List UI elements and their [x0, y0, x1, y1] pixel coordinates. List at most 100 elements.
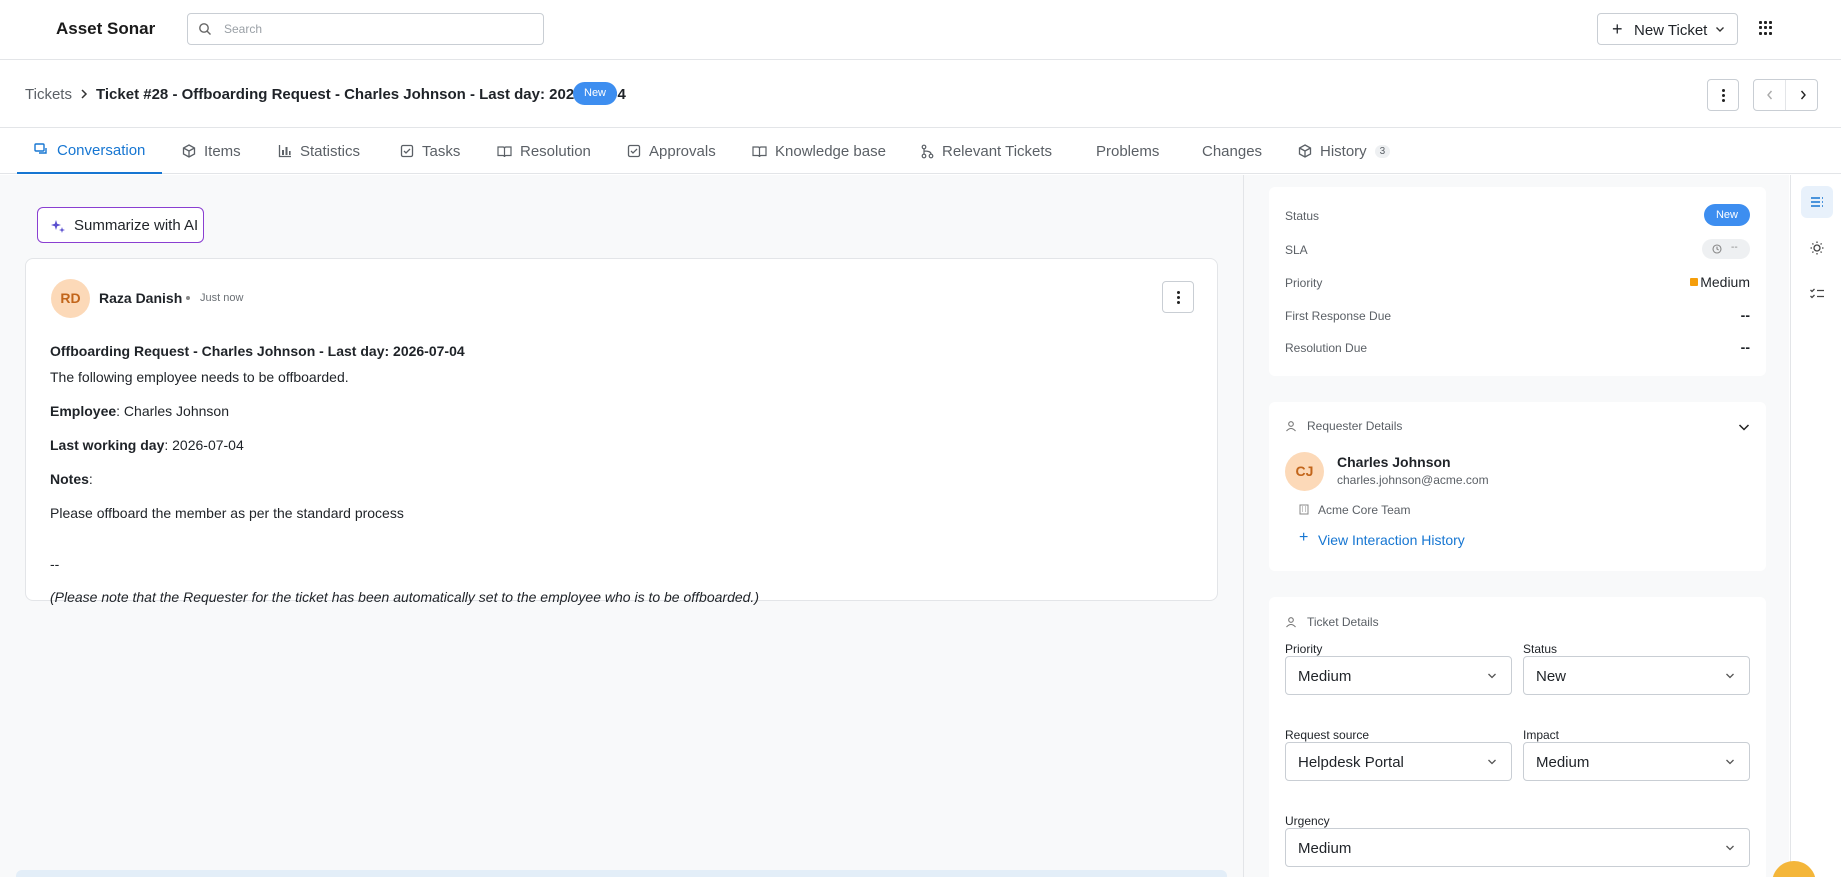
- message-separator: --: [50, 556, 60, 572]
- chevron-down-icon: [1726, 759, 1734, 765]
- tab-approvals[interactable]: Approvals: [627, 128, 716, 174]
- chevron-down-icon: [1726, 845, 1734, 851]
- chevron-left-icon: [1767, 90, 1773, 100]
- ticket-more-button[interactable]: [1707, 79, 1739, 111]
- tab-tasks[interactable]: Tasks: [400, 128, 460, 174]
- resolution-due-value: --: [1740, 339, 1750, 355]
- request-source-field-label: Request source: [1285, 728, 1370, 742]
- side-rail: [1790, 175, 1841, 877]
- search-box[interactable]: [187, 13, 544, 45]
- message-author[interactable]: Raza Danish: [99, 290, 182, 306]
- building-icon: [1299, 504, 1309, 515]
- tab-statistics[interactable]: Statistics: [278, 128, 360, 174]
- requester-team: Acme Core Team: [1318, 503, 1411, 517]
- message-more-button[interactable]: [1162, 281, 1194, 313]
- ticket-pager: [1753, 79, 1818, 111]
- ticket-tabs: Conversation Items Statistics Tasks Reso…: [0, 128, 1841, 174]
- tab-knowledge-base[interactable]: Knowledge base: [752, 128, 886, 174]
- previous-ticket-button[interactable]: [1754, 80, 1786, 110]
- avatar: CJ: [1285, 452, 1324, 491]
- summarize-ai-button[interactable]: Summarize with AI: [37, 207, 204, 243]
- status-badge: New: [573, 82, 618, 105]
- cube-icon: [182, 144, 196, 158]
- breadcrumb: Tickets Ticket #28 - Offboarding Request…: [0, 60, 1841, 128]
- tab-history[interactable]: History 3: [1298, 128, 1391, 174]
- status-badge: New: [1703, 204, 1750, 226]
- requester-name[interactable]: Charles Johnson: [1337, 454, 1451, 470]
- status-label: Status: [1285, 209, 1320, 223]
- tab-changes[interactable]: Changes: [1202, 128, 1262, 174]
- status-field-label: Status: [1523, 642, 1558, 656]
- message-notes-label: Notes:: [50, 471, 93, 487]
- ticket-details-card: Ticket Details Priority Medium Status Ne…: [1269, 597, 1766, 877]
- tab-relevant-tickets[interactable]: Relevant Tickets: [921, 128, 1052, 174]
- chevron-down-icon: [1488, 759, 1496, 765]
- app-logo[interactable]: Asset Sonar: [56, 19, 155, 39]
- priority-field-label: Priority: [1285, 642, 1323, 656]
- summary-card: Status New SLA -- Priority Medium First …: [1269, 187, 1766, 376]
- tab-resolution[interactable]: Resolution: [497, 128, 591, 174]
- checklist-icon: [1810, 288, 1824, 299]
- sparkle-icon: [51, 220, 65, 233]
- checkbox-icon: [400, 144, 414, 158]
- book-icon: [497, 145, 512, 157]
- tab-conversation[interactable]: Conversation: [17, 128, 163, 174]
- message-subject: Offboarding Request - Charles Johnson - …: [50, 343, 465, 359]
- cube-icon: [1298, 144, 1312, 158]
- request-source-select[interactable]: Helpdesk Portal: [1285, 742, 1512, 781]
- message-card: RD Raza Danish Just now Offboarding Requ…: [25, 258, 1218, 605]
- tab-items[interactable]: Items: [182, 128, 241, 174]
- checklist-button[interactable]: [1801, 278, 1833, 310]
- chevron-down-icon[interactable]: [1738, 422, 1750, 432]
- message-time: Just now: [200, 292, 244, 304]
- requester-card: Requester Details CJ Charles Johnson cha…: [1269, 402, 1766, 571]
- separator-dot: [186, 296, 190, 300]
- plus-icon: +: [1299, 529, 1309, 546]
- plus-icon: +: [1612, 19, 1623, 39]
- ai-insights-button[interactable]: [1801, 232, 1833, 264]
- urgency-field-label: Urgency: [1285, 814, 1330, 828]
- page-title: Ticket #28 - Offboarding Request - Charl…: [96, 86, 626, 103]
- impact-field-label: Impact: [1523, 728, 1560, 742]
- bar-chart-icon: [278, 145, 291, 158]
- requester-email: charles.johnson@acme.com: [1337, 473, 1489, 487]
- view-interaction-history-link[interactable]: View Interaction History: [1318, 532, 1465, 548]
- user-icon: [1286, 421, 1296, 432]
- impact-select[interactable]: Medium: [1523, 742, 1750, 781]
- new-ticket-label: New Ticket: [1634, 22, 1708, 39]
- apps-grid-icon[interactable]: [1759, 21, 1773, 35]
- branch-icon: [921, 144, 934, 158]
- conversation-pane: Summarize with AI RD Raza Danish Just no…: [0, 175, 1243, 877]
- user-icon: [1286, 617, 1296, 628]
- breadcrumb-tickets-link[interactable]: Tickets: [25, 86, 72, 103]
- details-panel-button[interactable]: [1801, 186, 1833, 218]
- search-input[interactable]: [224, 20, 524, 38]
- bulb-icon: [1810, 241, 1824, 255]
- priority-value: Medium: [1690, 274, 1750, 290]
- more-vertical-icon: [1177, 291, 1180, 306]
- details-pane: Status New SLA -- Priority Medium First …: [1243, 175, 1789, 877]
- book-icon: [752, 145, 767, 157]
- priority-select[interactable]: Medium: [1285, 656, 1512, 695]
- chat-icon: [34, 143, 47, 154]
- sla-label: SLA: [1285, 243, 1308, 257]
- priority-indicator: [1690, 278, 1699, 286]
- more-vertical-icon: [1722, 89, 1725, 104]
- sla-badge: --: [1702, 239, 1750, 259]
- chevron-down-icon: [1716, 27, 1724, 32]
- message-footnote: (Please note that the Requester for the …: [50, 589, 759, 605]
- checkbox-icon: [627, 144, 641, 158]
- search-icon: [199, 23, 211, 35]
- history-count-badge: 3: [1374, 144, 1391, 158]
- new-ticket-button[interactable]: + New Ticket: [1597, 13, 1738, 45]
- chevron-right-icon: [1800, 90, 1806, 100]
- chevron-right-icon: [81, 89, 88, 99]
- message-notes-body: Please offboard the member as per the st…: [50, 505, 404, 521]
- tab-problems[interactable]: Problems: [1096, 128, 1159, 174]
- chevron-down-icon: [1726, 673, 1734, 679]
- urgency-select[interactable]: Medium: [1285, 828, 1750, 867]
- message-intro: The following employee needs to be offbo…: [50, 369, 349, 385]
- chevron-down-icon: [1488, 673, 1496, 679]
- next-ticket-button[interactable]: [1787, 80, 1818, 110]
- status-select[interactable]: New: [1523, 656, 1750, 695]
